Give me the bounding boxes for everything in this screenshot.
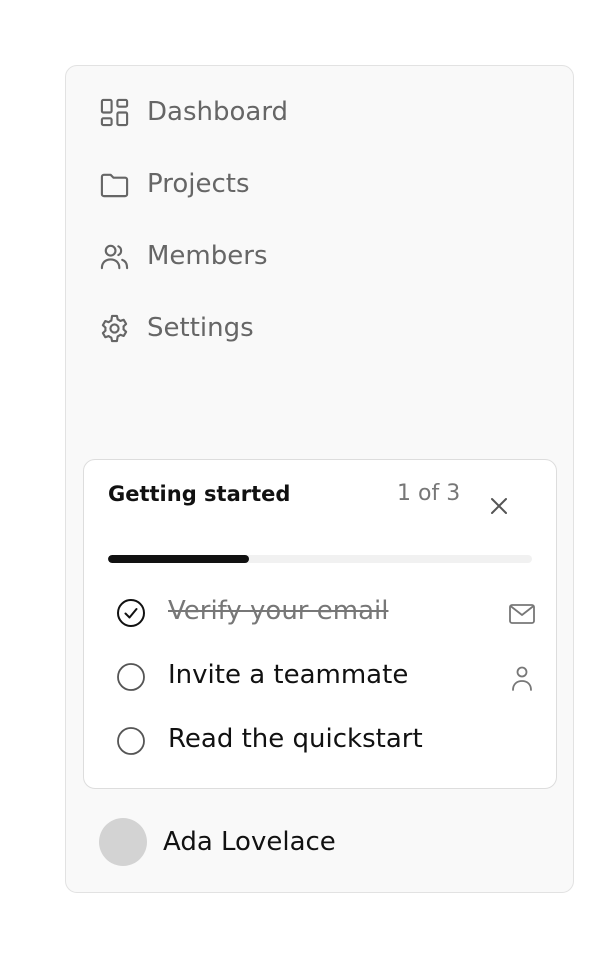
task-label: Verify your email [168, 596, 389, 626]
folder-icon [99, 168, 131, 200]
user-profile[interactable]: Ada Lovelace [99, 818, 336, 866]
onboarding-card: Getting started 1 of 3 Verify your email [83, 459, 557, 789]
checked-circle-icon [117, 599, 145, 627]
close-button[interactable] [486, 493, 512, 519]
sidebar-item-dashboard[interactable]: Dashboard [99, 92, 288, 132]
unchecked-circle-icon [117, 663, 145, 691]
progress-bar [108, 555, 532, 563]
card-title: Getting started [108, 482, 291, 506]
sidebar-item-label: Settings [147, 313, 254, 343]
unchecked-circle-icon [117, 727, 145, 755]
task-read-quickstart[interactable]: Read the quickstart [116, 722, 536, 766]
avatar [99, 818, 147, 866]
sidebar-item-settings[interactable]: Settings [99, 308, 254, 348]
sidebar-item-label: Dashboard [147, 97, 289, 127]
task-verify-email[interactable]: Verify your email [116, 594, 536, 638]
sidebar-item-projects[interactable]: Projects [99, 164, 250, 204]
sidebar-item-label: Members [147, 241, 268, 271]
user-icon [512, 666, 532, 691]
sidebar: Dashboard Projects Members Settings Gett… [65, 65, 574, 893]
task-label: Read the quickstart [168, 724, 423, 754]
members-icon [99, 240, 131, 272]
mail-icon [509, 604, 535, 624]
sidebar-item-label: Projects [147, 169, 250, 199]
task-label: Invite a teammate [168, 660, 409, 690]
task-invite-teammate[interactable]: Invite a teammate [116, 658, 536, 702]
dashboard-icon [99, 96, 131, 128]
sidebar-item-members[interactable]: Members [99, 236, 268, 276]
progress-fill [108, 555, 250, 563]
close-icon [491, 498, 507, 514]
user-name: Ada Lovelace [163, 827, 336, 857]
gear-icon [99, 312, 131, 344]
progress-count: 1 of 3 [397, 481, 461, 506]
